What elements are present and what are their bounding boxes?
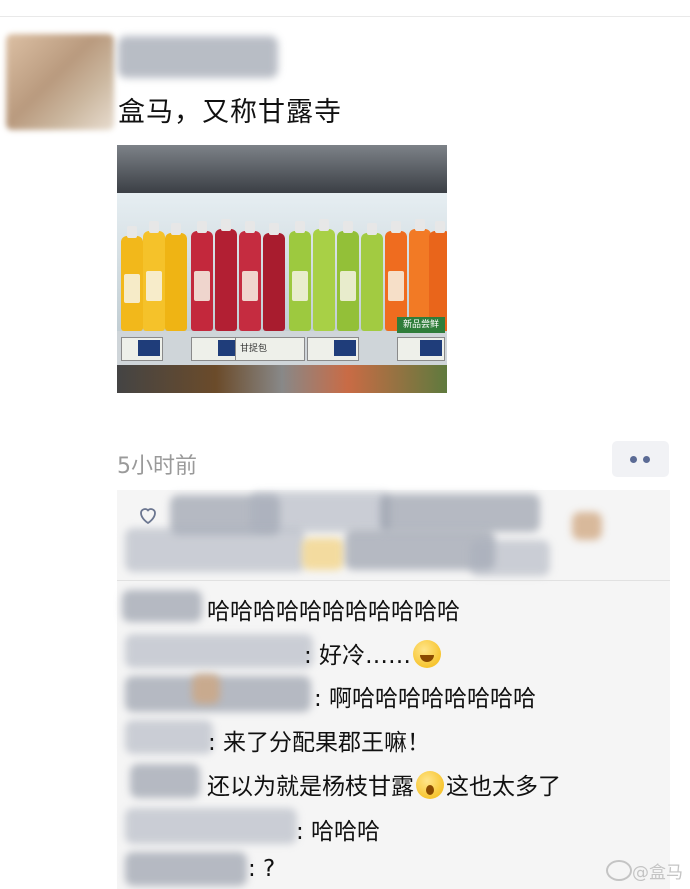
- new-product-tag: 新品尝鲜: [397, 317, 445, 333]
- commenter-name-redacted[interactable]: [125, 634, 313, 668]
- rolling-laughing-emoji-icon: [413, 640, 442, 668]
- comment-2: : 好冷……: [304, 636, 443, 670]
- comment-1: 哈哈哈哈哈哈哈哈哈哈哈: [207, 599, 460, 625]
- commenter-name-redacted[interactable]: [125, 852, 247, 886]
- avatar[interactable]: [6, 34, 114, 130]
- weibo-logo-icon: [606, 860, 632, 881]
- comment-5-text-after: 这也太多了: [446, 774, 561, 800]
- commenter-name-redacted[interactable]: [125, 720, 213, 754]
- price-tag-label: 甘捉包: [235, 337, 305, 361]
- comment-5: 还以为就是杨枝甘露 这也太多了: [207, 767, 561, 801]
- post-photo[interactable]: 甘捉包 新品尝鲜: [117, 145, 447, 393]
- commenter-name-redacted[interactable]: [125, 808, 297, 844]
- comment-7: : ?: [248, 856, 276, 882]
- heart-icon[interactable]: [136, 503, 160, 527]
- comment-4: : 来了分配果郡王嘛！: [208, 730, 431, 756]
- comment-6: : 哈哈哈: [296, 819, 381, 845]
- post-text: 盒马，又称甘露寺: [118, 97, 342, 128]
- post-timestamp: 5小时前: [117, 454, 197, 479]
- likes-divider: [117, 580, 670, 581]
- comment-5-text-before: 还以为就是杨枝甘露: [207, 774, 414, 800]
- comment-2-text: : 好冷……: [304, 643, 412, 669]
- more-options-button[interactable]: [612, 441, 669, 477]
- face-screaming-emoji-icon: [416, 771, 444, 799]
- commenter-name-redacted[interactable]: [130, 764, 200, 798]
- watermark-text: @盒马: [632, 863, 683, 883]
- dot-icon: [630, 456, 637, 463]
- username-redacted[interactable]: [118, 36, 278, 78]
- comment-3: : 啊哈哈哈哈哈哈哈哈: [314, 686, 537, 712]
- dot-icon: [643, 456, 650, 463]
- top-divider: [0, 16, 690, 17]
- commenter-name-redacted[interactable]: [122, 590, 202, 622]
